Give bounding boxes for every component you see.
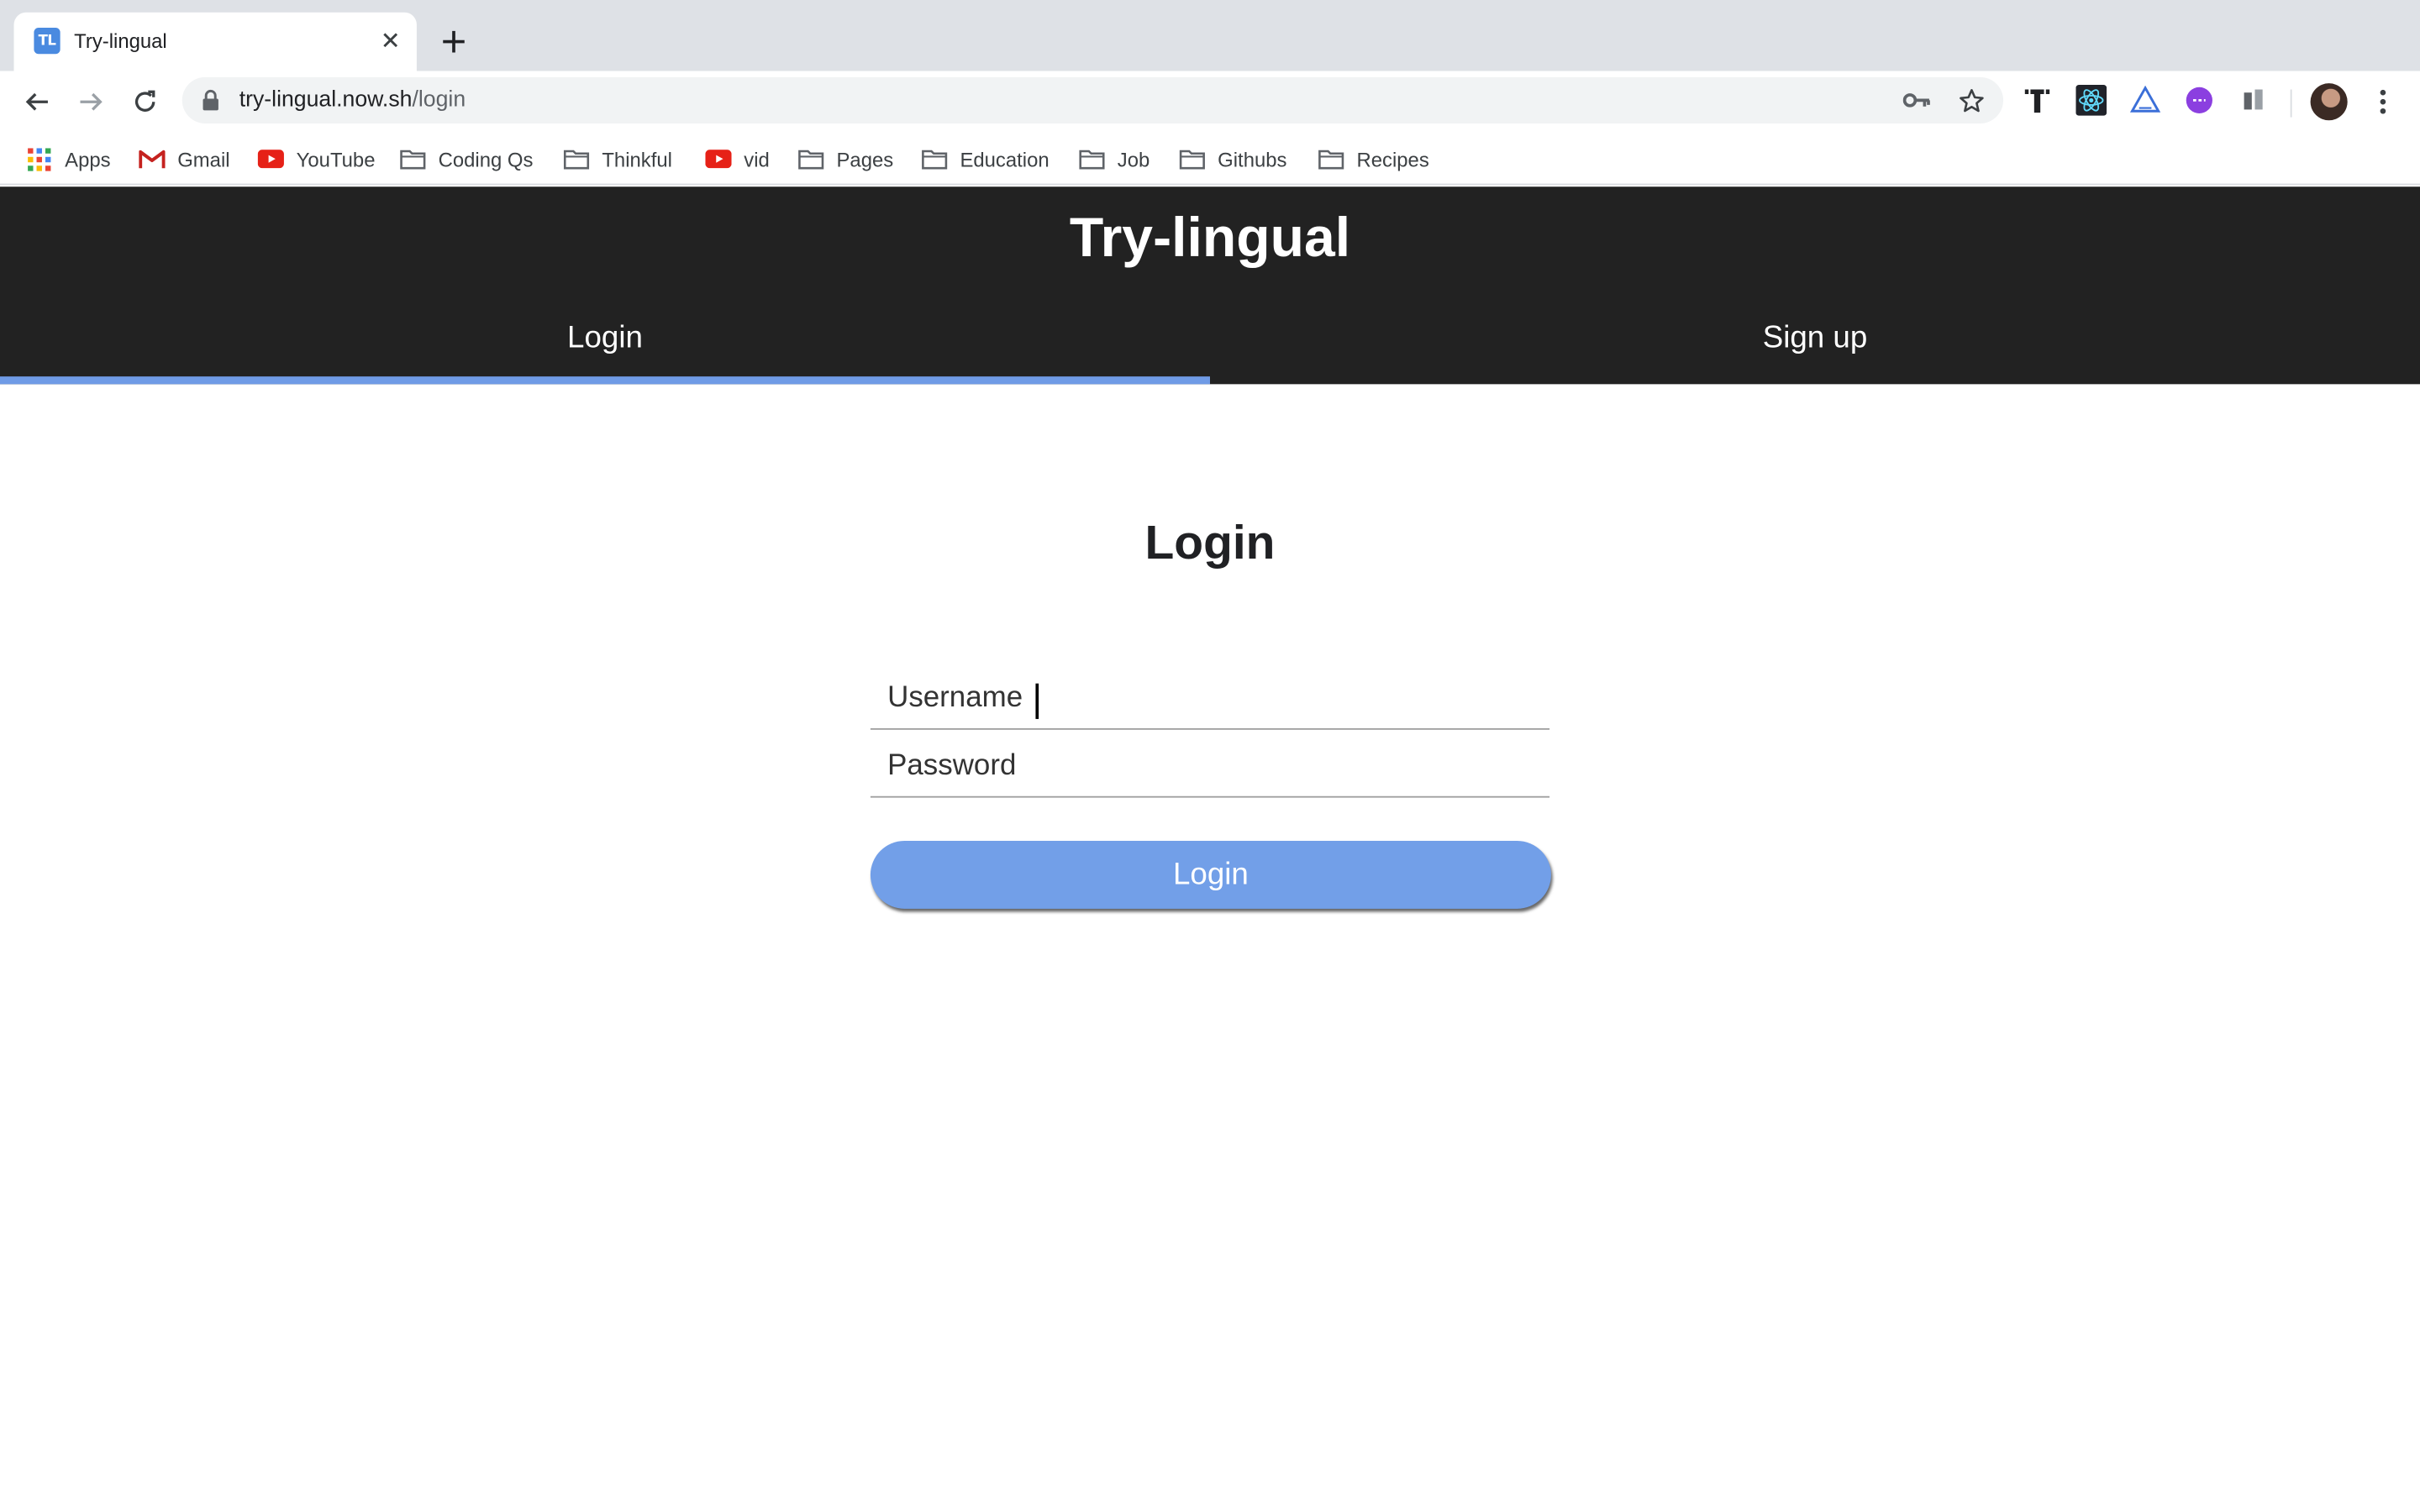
panel-extension-icon[interactable] [2238,85,2269,116]
bookmark-youtube[interactable]: YouTube [256,144,376,175]
page-content: Try-lingual Login Sign up Login Login [0,186,2420,1512]
purple-circle-extension-icon[interactable] [2184,85,2215,116]
key-icon[interactable] [1902,87,1931,114]
tab-signup[interactable]: Sign up [1210,301,2420,384]
star-bookmark-icon[interactable] [1957,87,1985,114]
bookmark-label: Githubs [1218,147,1287,171]
back-arrow-icon[interactable] [18,83,55,120]
bookmark-label: Pages [836,147,894,171]
login-submit-button[interactable]: Login [870,841,1551,909]
bookmark-label: Thinkful [602,147,672,171]
browser-window: TL Try-lingual try-lingual.now.sh/login [0,0,2420,1512]
folder-icon [920,146,948,171]
browser-toolbar: try-lingual.now.sh/login [0,71,2420,133]
youtube-icon [256,146,284,171]
bookmark-thinkful[interactable]: Thinkful [562,144,672,175]
bookmark-vid[interactable]: vid [704,144,770,175]
tab-login[interactable]: Login [0,301,1211,385]
url-host: try-lingual.now.sh [239,87,413,113]
bookmark-label: Gmail [177,147,230,171]
bookmark-label: Recipes [1356,147,1429,171]
address-bar[interactable]: try-lingual.now.sh/login [182,76,2004,123]
gmail-icon [137,146,165,171]
profile-avatar[interactable] [2310,83,2348,121]
typography-extension-icon[interactable] [2022,85,2053,116]
bookmark-coding-qs[interactable]: Coding Qs [398,144,534,175]
bookmark-pages[interactable]: Pages [797,144,893,175]
app-brand-title[interactable]: Try-lingual [0,205,2420,270]
url-path: /login [412,87,466,113]
forward-arrow-icon[interactable] [72,83,109,120]
close-tab-icon[interactable] [375,24,406,55]
folder-icon [1077,146,1105,171]
apps-grid-icon [24,146,52,171]
tab-title: Try-lingual [74,29,167,53]
bookmark-label: Education [960,147,1050,171]
folder-icon [1177,146,1205,171]
folder-icon [562,146,590,171]
bookmark-apps[interactable]: Apps [24,144,111,175]
bookmark-label: Job [1117,147,1150,171]
tab-strip: TL Try-lingual [0,0,2420,71]
kebab-menu-icon[interactable] [2368,83,2399,120]
username-field [870,668,1550,730]
folder-icon [398,146,426,171]
password-field [870,736,1550,798]
bookmark-education[interactable]: Education [920,144,1050,175]
bookmark-githubs[interactable]: Githubs [1177,144,1286,175]
bookmark-recipes[interactable]: Recipes [1317,144,1429,175]
app-header: Try-lingual Login Sign up [0,186,2420,385]
text-cursor [1035,683,1039,719]
folder-icon [797,146,824,171]
folder-icon [1317,146,1344,171]
bookmark-job[interactable]: Job [1077,144,1150,175]
lock-icon[interactable] [203,89,219,119]
page-title: Login [1144,515,1276,570]
bookmark-label: Coding Qs [438,147,534,171]
browser-tab[interactable]: TL Try-lingual [13,12,417,71]
username-input[interactable] [870,668,1550,728]
tab-favicon: TL [34,28,60,55]
bookmark-label: Apps [65,147,111,171]
bookmarks-bar: Apps Gmail YouTube Coding Qs Thinkful vi… [0,132,2420,186]
toolbar-divider [2290,89,2292,118]
new-tab-icon[interactable] [435,24,472,60]
react-devtools-icon[interactable] [2075,85,2107,116]
password-input[interactable] [870,736,1550,796]
youtube-icon [704,146,732,171]
url-text: try-lingual.now.sh/login [239,88,466,113]
bookmark-label: YouTube [296,147,376,171]
bookmark-label: vid [744,147,770,171]
reload-icon[interactable] [127,83,164,120]
bookmark-gmail[interactable]: Gmail [137,144,230,175]
triangle-extension-icon[interactable] [2129,85,2161,116]
